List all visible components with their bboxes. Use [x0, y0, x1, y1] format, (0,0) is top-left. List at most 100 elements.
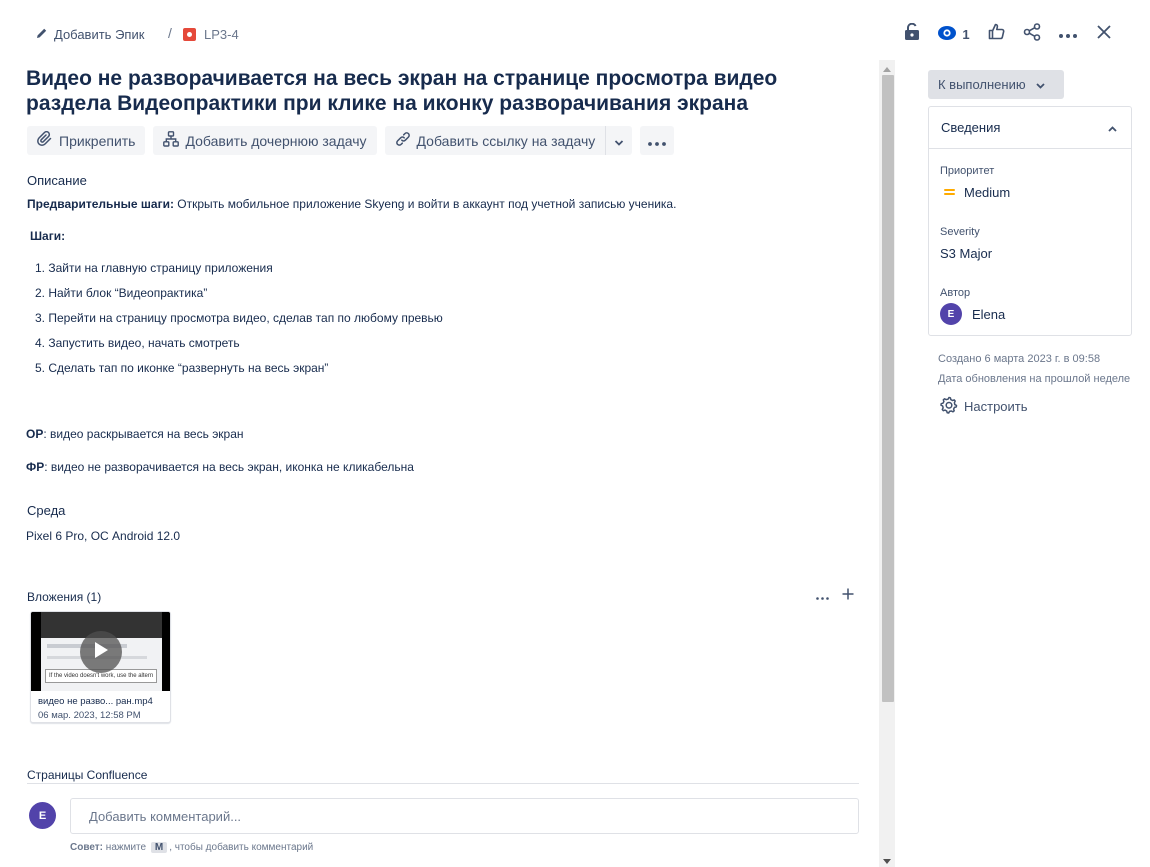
letterbox-left [31, 612, 41, 691]
updated-date: Дата обновления на прошлой неделе [938, 373, 1131, 385]
configure-label: Настроить [964, 398, 1028, 414]
severity-value: S3 Major [940, 246, 993, 261]
lock-icon [905, 22, 919, 45]
hierarchy-icon [163, 131, 180, 150]
vote-button[interactable] [978, 20, 1014, 48]
actual-label: ФР [26, 460, 45, 474]
keyboard-shortcut: M [150, 842, 168, 853]
watch-button[interactable]: 1 [930, 20, 978, 48]
severity-field[interactable]: S3 Major [940, 246, 992, 261]
details-heading: Сведения [941, 120, 1001, 135]
priority-label: Приоритет [940, 165, 995, 177]
close-button[interactable] [1086, 20, 1122, 48]
issue-key: LP3-4 [204, 26, 239, 42]
paperclip-icon [37, 130, 53, 150]
more-icon [648, 133, 667, 149]
issue-header-bar: Добавить Эпик / LP3-4 1 [0, 0, 1150, 66]
scroll-down-button[interactable] [879, 853, 895, 867]
reporter-field[interactable]: E Elena [940, 303, 1005, 325]
list-item: 4. Запустить видео, начать смотреть [35, 336, 240, 350]
list-item: 5. Сделать тап по иконке “развернуть на … [35, 361, 329, 375]
triangle-down-icon [883, 851, 891, 867]
toolbar-more-button[interactable] [640, 126, 675, 155]
link-issue-dropdown[interactable] [606, 126, 632, 155]
description-body[interactable]: Предварительные шаги: Открыть мобильное … [27, 194, 867, 434]
list-item: 3. Перейти на страницу просмотра видео, … [35, 311, 443, 325]
reporter-name: Elena [972, 306, 1006, 322]
description-heading: Описание [27, 173, 87, 188]
issue-toolbar: Прикрепить Добавить дочернюю задачу Доба… [27, 126, 675, 155]
chevron-down-icon [1035, 77, 1045, 92]
lock-button[interactable] [894, 20, 930, 48]
steps-label: Шаги: [30, 229, 66, 243]
actual-text: : видео не разворачивается на весь экран… [44, 460, 414, 474]
status-dropdown[interactable]: К выполнению [928, 70, 1064, 99]
created-date: Создано 6 марта 2023 г. в 09:58 [938, 353, 1101, 365]
preconditions-text: Открыть мобильное приложение Skyeng и во… [173, 197, 677, 211]
share-icon [1023, 22, 1041, 46]
preconditions: Предварительные шаги: Открыть мобильное … [27, 197, 676, 211]
chevron-up-icon [1108, 120, 1117, 135]
play-button[interactable] [80, 631, 122, 673]
close-icon [1097, 24, 1111, 44]
scroll-up-button[interactable] [879, 61, 895, 75]
attachments-more-button[interactable] [812, 588, 832, 604]
priority-medium-icon [944, 185, 956, 200]
attachments-heading: Вложения (1) [27, 590, 102, 604]
attach-button[interactable]: Прикрепить [27, 126, 146, 155]
priority-value: Medium [964, 185, 1011, 200]
steps-heading: Шаги: [30, 229, 65, 243]
tip-before: нажмите [103, 842, 149, 853]
steps-list: 1. Зайти на главную страницу приложения … [35, 256, 443, 381]
add-child-label: Добавить дочернюю задачу [185, 132, 367, 149]
bug-icon [183, 27, 196, 41]
link-icon [395, 131, 411, 150]
link-issue-group: Добавить ссылку на задачу [384, 126, 633, 155]
severity-label: Severity [940, 226, 980, 238]
expected-result: ОР: видео раскрывается на весь экран [26, 427, 244, 441]
video-thumbnail: If the video doesn't work, use the alter… [31, 612, 170, 691]
letterbox-right [162, 612, 170, 691]
gear-icon [940, 396, 958, 417]
actual-result: ФР: видео не разворачивается на весь экр… [26, 460, 414, 474]
details-header[interactable]: Сведения [929, 107, 1131, 149]
issue-actions: 1 [894, 20, 1122, 48]
add-attachment-button[interactable] [839, 587, 857, 605]
avatar: E [940, 303, 962, 325]
comment-tip: Совет: нажмите M, чтобы добавить коммент… [70, 842, 313, 853]
more-actions-button[interactable] [1050, 20, 1086, 48]
preconditions-label: Предварительные шаги: [27, 197, 174, 211]
comment-input[interactable] [70, 798, 859, 834]
expected-label: ОР [26, 427, 44, 441]
list-item: 1. Зайти на главную страницу приложения [35, 261, 273, 275]
link-issue-label: Добавить ссылку на задачу [416, 132, 596, 149]
attach-label: Прикрепить [59, 132, 136, 149]
add-epic-label: Добавить Эпик [54, 26, 145, 42]
watchers-count: 1 [962, 26, 970, 42]
issue-title[interactable]: Видео не разворачивается на весь экран н… [26, 66, 866, 116]
environment-value[interactable]: Pixel 6 Pro, ОС Android 12.0 [26, 529, 180, 543]
details-panel: Сведения Приоритет Medium Severity S3 Ma… [928, 106, 1132, 336]
status-label: К выполнению [938, 77, 1026, 92]
attachment-card[interactable]: If the video doesn't work, use the alter… [30, 611, 171, 723]
divider [27, 783, 859, 784]
list-item: 2. Найти блок “Видеопрактика” [35, 286, 208, 300]
scrollbar-thumb[interactable] [882, 75, 894, 702]
priority-field[interactable]: Medium [944, 185, 1010, 200]
expected-text: : видео раскрывается на весь экран [43, 427, 244, 441]
configure-button[interactable]: Настроить [940, 395, 1028, 417]
issue-key-link[interactable]: LP3-4 [183, 22, 239, 46]
attachment-name: видео не разво... ран.mp4 [38, 696, 153, 707]
breadcrumb-separator: / [168, 25, 172, 41]
add-child-issue-button[interactable]: Добавить дочернюю задачу [153, 126, 377, 155]
more-icon [1059, 25, 1077, 43]
avatar: E [29, 802, 56, 829]
pencil-icon [36, 27, 48, 42]
link-issue-button[interactable]: Добавить ссылку на задачу [385, 126, 606, 155]
environment-heading: Среда [27, 503, 66, 518]
add-epic-button[interactable]: Добавить Эпик [36, 22, 144, 46]
more-icon [815, 587, 829, 605]
eye-icon [938, 25, 957, 43]
tip-after: , чтобы добавить комментарий [169, 842, 314, 853]
share-button[interactable] [1014, 20, 1050, 48]
